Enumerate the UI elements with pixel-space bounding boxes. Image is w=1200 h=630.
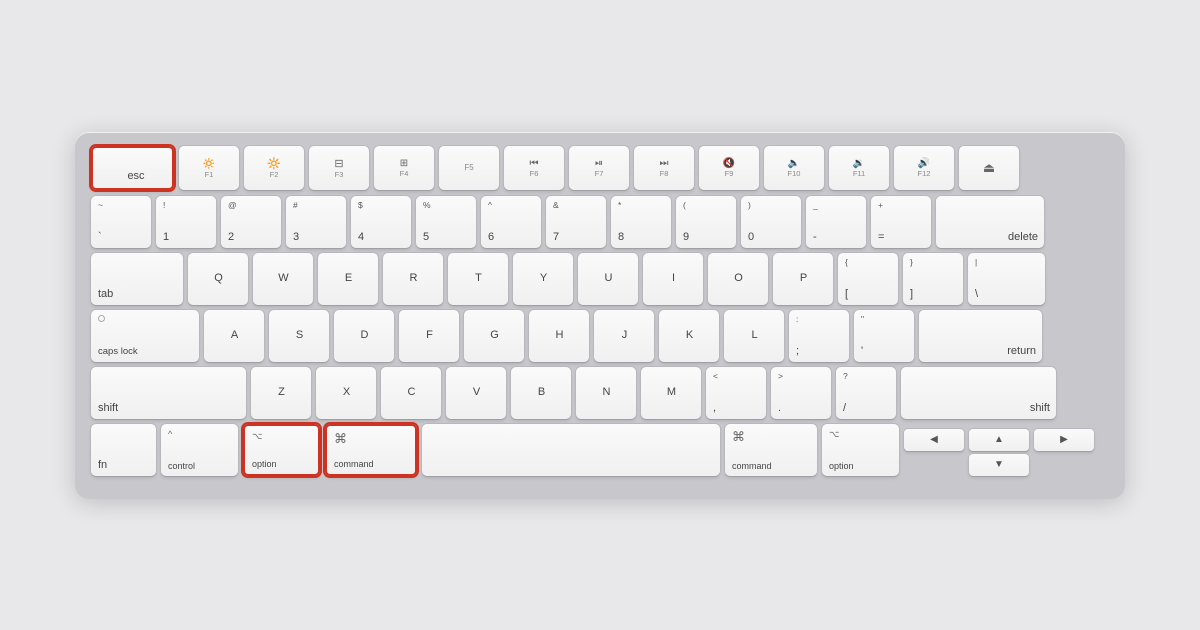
key-period[interactable]: > . bbox=[771, 367, 831, 419]
key-arrow-left[interactable]: ◀ bbox=[904, 429, 964, 451]
key-o[interactable]: O bbox=[708, 253, 768, 305]
key-m[interactable]: M bbox=[641, 367, 701, 419]
key-f9[interactable]: 🔇 F9 bbox=[699, 146, 759, 190]
key-y[interactable]: Y bbox=[513, 253, 573, 305]
key-capslock[interactable]: caps lock bbox=[91, 310, 199, 362]
key-equals[interactable]: + = bbox=[871, 196, 931, 248]
key-semicolon[interactable]: : ; bbox=[789, 310, 849, 362]
key-e[interactable]: E bbox=[318, 253, 378, 305]
key-option-left[interactable]: ⌥ option bbox=[243, 424, 320, 476]
key-3[interactable]: # 3 bbox=[286, 196, 346, 248]
key-r[interactable]: R bbox=[383, 253, 443, 305]
key-z[interactable]: Z bbox=[251, 367, 311, 419]
key-k[interactable]: K bbox=[659, 310, 719, 362]
key-shift-right[interactable]: shift bbox=[901, 367, 1056, 419]
key-x[interactable]: X bbox=[316, 367, 376, 419]
number-row: ~ ` ! 1 @ 2 # 3 $ 4 % 5 ^ 6 & 7 bbox=[91, 196, 1109, 248]
key-b[interactable]: B bbox=[511, 367, 571, 419]
key-arrow-right[interactable]: ▶ bbox=[1034, 429, 1094, 451]
key-5[interactable]: % 5 bbox=[416, 196, 476, 248]
key-control-left[interactable]: ^ control bbox=[161, 424, 238, 476]
key-7[interactable]: & 7 bbox=[546, 196, 606, 248]
key-arrow-down[interactable]: ▼ bbox=[969, 454, 1029, 476]
key-eject[interactable]: ⏏ bbox=[959, 146, 1019, 190]
key-f1[interactable]: 🔅 F1 bbox=[179, 146, 239, 190]
key-f12[interactable]: 🔊 F12 bbox=[894, 146, 954, 190]
key-p[interactable]: P bbox=[773, 253, 833, 305]
key-v[interactable]: V bbox=[446, 367, 506, 419]
key-2[interactable]: @ 2 bbox=[221, 196, 281, 248]
arrow-cluster: ◀ ▲ ▼ ▶ bbox=[904, 429, 1094, 476]
key-f7[interactable]: ⏯ F7 bbox=[569, 146, 629, 190]
key-backtick[interactable]: ~ ` bbox=[91, 196, 151, 248]
key-s[interactable]: S bbox=[269, 310, 329, 362]
key-slash[interactable]: ? / bbox=[836, 367, 896, 419]
keyboard: esc 🔅 F1 🔆 F2 ⊟ F3 ⊞ F4 bbox=[75, 132, 1125, 499]
key-f3[interactable]: ⊟ F3 bbox=[309, 146, 369, 190]
key-w[interactable]: W bbox=[253, 253, 313, 305]
key-j[interactable]: J bbox=[594, 310, 654, 362]
key-quote[interactable]: " ' bbox=[854, 310, 914, 362]
asdf-row: caps lock A S D F G H J K L : ; bbox=[91, 310, 1109, 362]
key-arrow-up[interactable]: ▲ bbox=[969, 429, 1029, 451]
key-minus[interactable]: _ - bbox=[806, 196, 866, 248]
key-t[interactable]: T bbox=[448, 253, 508, 305]
key-rbracket[interactable]: } ] bbox=[903, 253, 963, 305]
key-n[interactable]: N bbox=[576, 367, 636, 419]
key-tab[interactable]: tab bbox=[91, 253, 183, 305]
key-f2[interactable]: 🔆 F2 bbox=[244, 146, 304, 190]
key-0[interactable]: ) 0 bbox=[741, 196, 801, 248]
key-h[interactable]: H bbox=[529, 310, 589, 362]
key-esc[interactable]: esc bbox=[91, 146, 174, 190]
key-f6[interactable]: ⏮ F6 bbox=[504, 146, 564, 190]
key-a[interactable]: A bbox=[204, 310, 264, 362]
fn-row: esc 🔅 F1 🔆 F2 ⊟ F3 ⊞ F4 bbox=[91, 146, 1109, 190]
key-u[interactable]: U bbox=[578, 253, 638, 305]
bottom-row: fn ^ control ⌥ option ⌘ command ⌘ comman… bbox=[91, 424, 1109, 476]
key-f5[interactable]: F5 bbox=[439, 146, 499, 190]
key-return[interactable]: return bbox=[919, 310, 1042, 362]
qwerty-row: tab Q W E R T Y U I O P bbox=[91, 253, 1109, 305]
key-lbracket[interactable]: { [ bbox=[838, 253, 898, 305]
key-shift-left[interactable]: shift bbox=[91, 367, 246, 419]
key-g[interactable]: G bbox=[464, 310, 524, 362]
key-1[interactable]: ! 1 bbox=[156, 196, 216, 248]
key-4[interactable]: $ 4 bbox=[351, 196, 411, 248]
key-q[interactable]: Q bbox=[188, 253, 248, 305]
key-fn[interactable]: fn bbox=[91, 424, 156, 476]
key-option-right[interactable]: ⌥ option bbox=[822, 424, 899, 476]
key-l[interactable]: L bbox=[724, 310, 784, 362]
key-d[interactable]: D bbox=[334, 310, 394, 362]
key-comma[interactable]: < , bbox=[706, 367, 766, 419]
key-6[interactable]: ^ 6 bbox=[481, 196, 541, 248]
key-8[interactable]: * 8 bbox=[611, 196, 671, 248]
key-space[interactable] bbox=[422, 424, 720, 476]
key-f10[interactable]: 🔈 F10 bbox=[764, 146, 824, 190]
key-delete[interactable]: delete bbox=[936, 196, 1044, 248]
key-f[interactable]: F bbox=[399, 310, 459, 362]
key-command-right[interactable]: ⌘ command bbox=[725, 424, 817, 476]
zxcv-row: shift Z X C V B N M < , > . bbox=[91, 367, 1109, 419]
key-command-left[interactable]: ⌘ command bbox=[325, 424, 417, 476]
key-9[interactable]: ( 9 bbox=[676, 196, 736, 248]
key-c[interactable]: C bbox=[381, 367, 441, 419]
key-f4[interactable]: ⊞ F4 bbox=[374, 146, 434, 190]
key-f11[interactable]: 🔉 F11 bbox=[829, 146, 889, 190]
key-backslash[interactable]: | \ bbox=[968, 253, 1045, 305]
key-i[interactable]: I bbox=[643, 253, 703, 305]
key-f8[interactable]: ⏭ F8 bbox=[634, 146, 694, 190]
